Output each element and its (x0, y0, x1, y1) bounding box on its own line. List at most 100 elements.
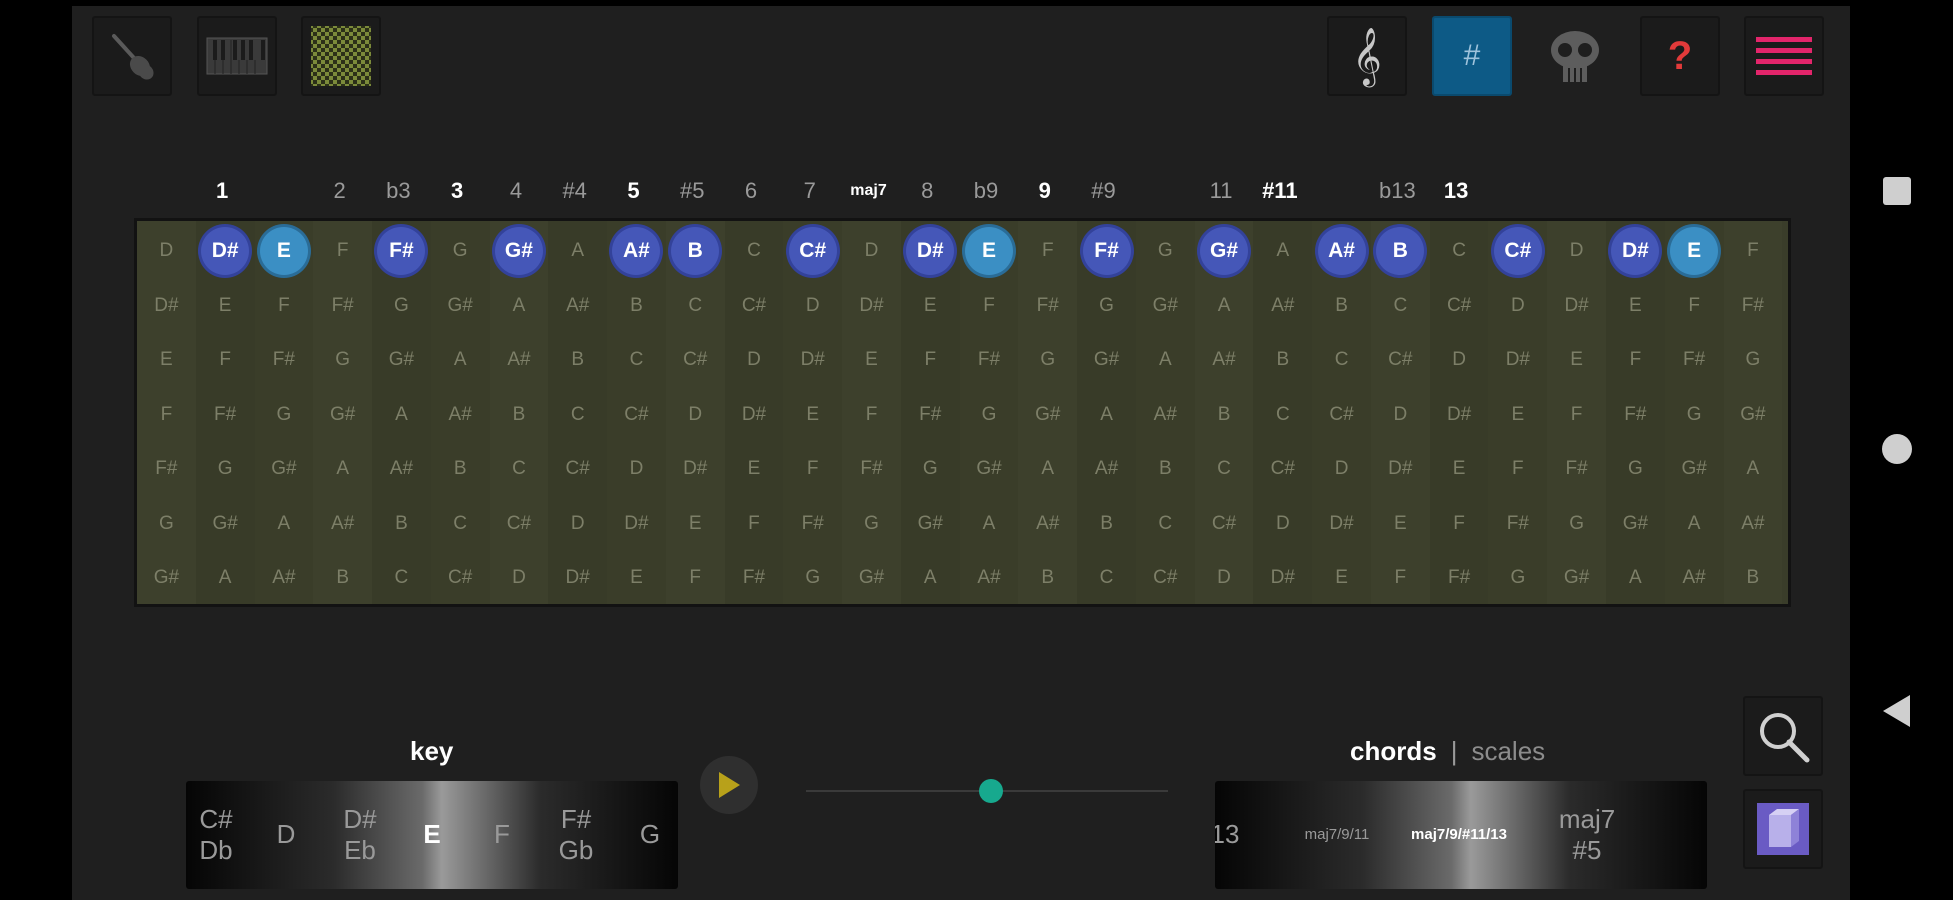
fret-note[interactable]: G (1081, 286, 1133, 326)
fret-note[interactable]: A (199, 558, 251, 598)
chord-note[interactable]: G# (494, 227, 543, 275)
fret-note[interactable]: C (375, 558, 427, 598)
fret-note[interactable]: A# (1198, 340, 1250, 380)
chord-note[interactable]: D# (201, 227, 250, 275)
fret-note[interactable]: G (1609, 449, 1661, 489)
fret-note[interactable]: B (493, 395, 545, 435)
fret-note[interactable]: G (1492, 558, 1544, 598)
fret-note[interactable]: F# (728, 558, 780, 598)
wheel-item[interactable]: maj7/9/11 (1305, 781, 1370, 889)
back-icon[interactable] (1880, 693, 1914, 729)
fret-note[interactable]: F (904, 340, 956, 380)
fret-note[interactable]: C# (1374, 340, 1426, 380)
fret-note[interactable]: C (669, 286, 721, 326)
fret-note[interactable]: G# (1727, 395, 1779, 435)
fret-note[interactable]: C (434, 504, 486, 544)
fret-note[interactable]: A (1257, 231, 1309, 271)
fret-note[interactable]: F (1492, 449, 1544, 489)
fret-note[interactable]: F (199, 340, 251, 380)
fret-note[interactable]: A (552, 231, 604, 271)
fret-note[interactable]: C# (1198, 504, 1250, 544)
fret-note[interactable]: A (1022, 449, 1074, 489)
fret-note[interactable]: D (1551, 231, 1603, 271)
fret-note[interactable]: F (669, 558, 721, 598)
root-note[interactable]: E (259, 227, 308, 275)
fret-note[interactable]: C (1198, 449, 1250, 489)
fret-note[interactable]: F (1727, 231, 1779, 271)
fret-note[interactable]: G (258, 395, 310, 435)
fret-note[interactable]: D# (1551, 286, 1603, 326)
fret-note[interactable]: E (1316, 558, 1368, 598)
fret-note[interactable]: D (1198, 558, 1250, 598)
sharp-toggle-button[interactable]: # (1432, 16, 1512, 96)
fret-note[interactable]: C# (493, 504, 545, 544)
wheel-item[interactable]: D (277, 781, 296, 889)
root-note[interactable]: E (965, 227, 1014, 275)
search-button[interactable] (1743, 696, 1823, 776)
fret-note[interactable]: D# (787, 340, 839, 380)
fret-note[interactable]: E (904, 286, 956, 326)
chord-note[interactable]: B (1376, 227, 1425, 275)
fret-note[interactable]: C (610, 340, 662, 380)
fret-note[interactable]: F (787, 449, 839, 489)
fret-note[interactable]: D# (140, 286, 192, 326)
fret-note[interactable]: G (904, 449, 956, 489)
fret-note[interactable]: G (1139, 231, 1191, 271)
fret-note[interactable]: C# (728, 286, 780, 326)
fret-note[interactable]: A# (1081, 449, 1133, 489)
fret-note[interactable]: D# (1374, 449, 1426, 489)
fret-note[interactable]: D# (1433, 395, 1485, 435)
fret-note[interactable]: C# (1316, 395, 1368, 435)
fret-note[interactable]: D# (610, 504, 662, 544)
fret-note[interactable]: A# (317, 504, 369, 544)
chord-note[interactable]: B (671, 227, 720, 275)
fret-note[interactable]: F (963, 286, 1015, 326)
fret-note[interactable]: A (258, 504, 310, 544)
fret-note[interactable]: A# (1727, 504, 1779, 544)
fret-note[interactable]: A# (258, 558, 310, 598)
fret-note[interactable]: A (1727, 449, 1779, 489)
fret-note[interactable]: A (963, 504, 1015, 544)
fret-note[interactable]: D# (669, 449, 721, 489)
recents-icon[interactable] (1880, 174, 1914, 208)
fret-note[interactable]: B (552, 340, 604, 380)
fret-note[interactable]: F# (1668, 340, 1720, 380)
fret-note[interactable]: C (1257, 395, 1309, 435)
fret-note[interactable]: C (1316, 340, 1368, 380)
fret-note[interactable]: G# (904, 504, 956, 544)
fret-note[interactable]: D (728, 340, 780, 380)
fret-note[interactable]: D (1257, 504, 1309, 544)
fret-note[interactable]: G (199, 449, 251, 489)
fret-note[interactable]: F (1374, 558, 1426, 598)
fret-note[interactable]: F# (317, 286, 369, 326)
fret-note[interactable]: C# (552, 449, 604, 489)
fret-note[interactable]: F# (199, 395, 251, 435)
fret-note[interactable]: D# (1257, 558, 1309, 598)
fret-note[interactable]: F# (1609, 395, 1661, 435)
fret-note[interactable]: G# (1081, 340, 1133, 380)
fret-note[interactable]: F (1022, 231, 1074, 271)
fret-note[interactable]: E (846, 340, 898, 380)
fret-note[interactable]: A (1139, 340, 1191, 380)
fret-note[interactable]: F (1668, 286, 1720, 326)
wheel-item[interactable]: D# Eb (343, 781, 376, 889)
fret-note[interactable]: C (1374, 286, 1426, 326)
fret-note[interactable]: G (1727, 340, 1779, 380)
fret-note[interactable]: D (140, 231, 192, 271)
fret-note[interactable]: G# (199, 504, 251, 544)
fret-note[interactable]: B (317, 558, 369, 598)
fret-note[interactable]: D (846, 231, 898, 271)
fret-note[interactable]: F (728, 504, 780, 544)
fret-note[interactable]: G (434, 231, 486, 271)
fret-note[interactable]: E (669, 504, 721, 544)
fret-note[interactable]: B (610, 286, 662, 326)
chord-note[interactable]: F# (1082, 227, 1131, 275)
fret-note[interactable]: A# (1139, 395, 1191, 435)
fret-note[interactable]: A (904, 558, 956, 598)
fret-note[interactable]: G (317, 340, 369, 380)
chord-wheel[interactable]: 13 maj7/9/11 maj7/9/#11/13 maj7 #5 (1215, 781, 1707, 889)
fret-note[interactable]: F# (140, 449, 192, 489)
fret-note[interactable]: B (1139, 449, 1191, 489)
fret-note[interactable]: D (787, 286, 839, 326)
fret-note[interactable]: C (552, 395, 604, 435)
